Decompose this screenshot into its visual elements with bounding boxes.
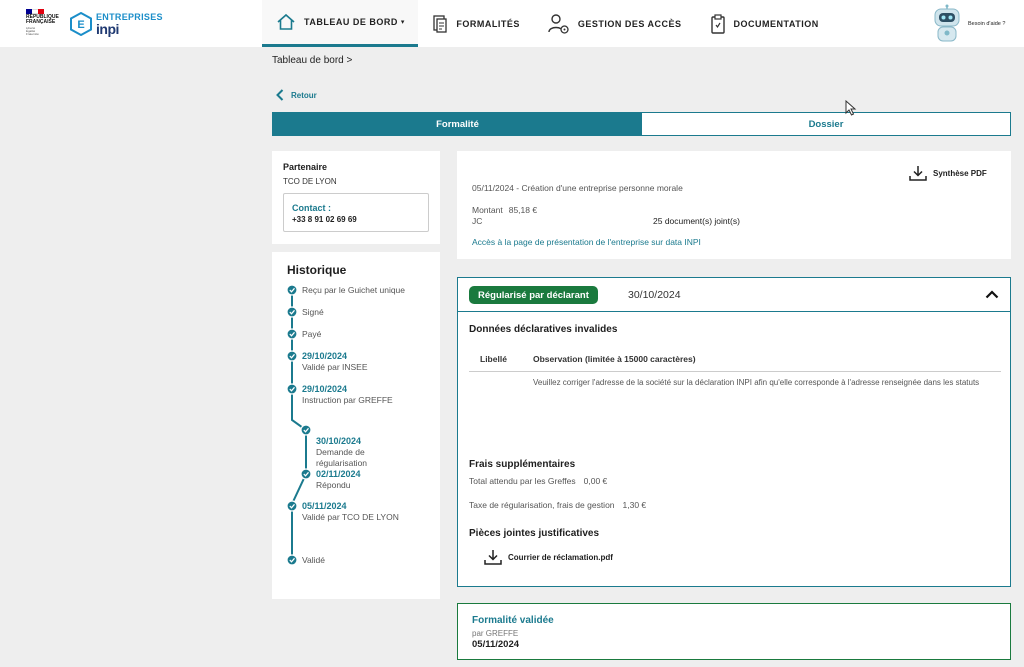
history-check-icon: [286, 306, 298, 318]
rf-logo-text: RÉPUBLIQUE FRANÇAISE: [26, 14, 59, 25]
amount-row: Montant 85,18 €: [472, 205, 538, 215]
back-label: Retour: [291, 90, 317, 100]
history-item: Signé: [302, 307, 324, 317]
history-card: Historique Reçu par le Guichet unique Si…: [272, 252, 440, 599]
rf-logo-motto: Liberté Égalité Fraternité: [26, 26, 39, 36]
breadcrumb[interactable]: Tableau de bord >: [272, 55, 352, 66]
history-item: 29/10/2024 Validé par INSEE: [302, 351, 368, 372]
contact-box: Contact : +33 8 91 02 69 69: [283, 193, 429, 232]
observation-text: Veuillez corriger l'adresse de la sociét…: [533, 378, 980, 387]
attachments-title: Pièces jointes justificatives: [469, 528, 600, 539]
partner-card: Partenaire TCO DE LYON Contact : +33 8 9…: [272, 151, 440, 244]
nav-documentation[interactable]: DOCUMENTATION: [696, 0, 833, 47]
nav-label: DOCUMENTATION: [733, 18, 819, 29]
history-check-icon: [286, 350, 298, 362]
history-check-icon: [286, 328, 298, 340]
history-item: 30/10/2024 Demande de régularisation: [316, 436, 368, 468]
nav-formalites[interactable]: FORMALITÉS: [418, 0, 534, 47]
partner-value: TCO DE LYON: [283, 177, 337, 186]
back-link[interactable]: Retour: [276, 89, 317, 101]
column-libelle: Libellé: [480, 354, 507, 364]
regularisation-date: 30/10/2024: [628, 289, 681, 301]
nav-label: GESTION DES ACCÈS: [577, 18, 682, 29]
status-badge: Régularisé par déclarant: [469, 286, 598, 304]
history-item: 05/11/2024 Validé par TCO DE LYON: [302, 501, 399, 522]
validated-by: par GREFFE: [472, 629, 519, 638]
top-header: RÉPUBLIQUE FRANÇAISE Liberté Égalité Fra…: [0, 0, 1024, 47]
summary-card: Synthèse PDF 05/11/2024 - Création d'une…: [457, 151, 1011, 259]
brand-bottom-text: inpi: [96, 21, 119, 37]
tab-dossier[interactable]: Dossier: [642, 113, 1010, 135]
svg-text:E: E: [77, 19, 84, 31]
regularisation-card: Régularisé par déclarant 30/10/2024 Donn…: [457, 277, 1011, 587]
validated-date: 05/11/2024: [472, 639, 520, 650]
nav-gestion-des-acces[interactable]: GESTION DES ACCÈS: [534, 0, 696, 47]
attachment-file-name: Courrier de réclamation.pdf: [508, 552, 613, 562]
history-check-icon: [300, 424, 312, 436]
history-item: Reçu par le Guichet unique: [302, 285, 406, 295]
home-icon: [277, 13, 295, 30]
invalid-data-title: Données déclaratives invalides: [469, 324, 618, 335]
download-icon: [484, 550, 502, 565]
formality-validated-card: Formalité validée par GREFFE 05/11/2024: [457, 603, 1011, 660]
mouse-cursor-icon: [845, 100, 857, 116]
attachment-file-link[interactable]: Courrier de réclamation.pdf: [484, 549, 613, 565]
inpi-entreprises-logo[interactable]: E ENTREPRISES inpi: [70, 12, 163, 38]
history-date: 29/10/2024: [302, 384, 348, 394]
user-settings-icon: [548, 13, 569, 34]
jc-label: JC: [472, 216, 483, 226]
history-item: 29/10/2024 Instruction par GREFFE: [302, 384, 393, 405]
chevron-left-icon: [276, 89, 284, 101]
history-item: 02/11/2024 Répondu: [316, 469, 361, 490]
history-date: 30/10/2024: [316, 436, 362, 446]
chevron-down-icon: ▾: [400, 19, 405, 26]
nav-tableau-de-bord[interactable]: TABLEAU DE BORD ▾: [262, 0, 419, 47]
chevron-up-icon[interactable]: [985, 290, 999, 299]
history-date: 05/11/2024: [302, 501, 347, 511]
partner-title: Partenaire: [283, 162, 328, 172]
validated-title: Formalité validée: [472, 615, 554, 626]
table-divider: [469, 371, 1001, 372]
document-stack-icon: [433, 14, 448, 33]
download-icon: [909, 166, 927, 181]
tab-formalite[interactable]: Formalité: [273, 113, 642, 135]
nav-label: FORMALITÉS: [456, 18, 520, 29]
history-check-icon: [286, 383, 298, 395]
contact-title: Contact :: [292, 203, 331, 213]
entreprises-badge-icon: E: [70, 12, 92, 36]
contact-phone[interactable]: +33 8 91 02 69 69: [292, 215, 357, 224]
nav-label: TABLEAU DE BORD: [304, 17, 398, 27]
detail-tabs: Formalité Dossier: [272, 112, 1011, 136]
history-date: 29/10/2024: [302, 351, 348, 361]
clipboard-icon: [710, 13, 725, 34]
history-check-icon: [286, 554, 298, 566]
history-check-icon: [286, 284, 298, 296]
history-item: Validé: [302, 555, 325, 565]
column-observation: Observation (limitée à 15000 caractères): [533, 354, 696, 364]
republique-francaise-logo[interactable]: RÉPUBLIQUE FRANÇAISE Liberté Égalité Fra…: [26, 9, 64, 39]
history-date: 02/11/2024: [316, 469, 361, 479]
pdf-label: Synthèse PDF: [933, 168, 987, 178]
regularisation-header[interactable]: Régularisé par déclarant 30/10/2024: [458, 278, 1010, 312]
documents-count: 25 document(s) joint(s): [653, 216, 740, 226]
synthese-pdf-button[interactable]: Synthèse PDF: [909, 165, 987, 181]
help-button[interactable]: Besoin d'aide ?: [930, 4, 1005, 44]
data-inpi-link[interactable]: Accès à la page de présentation de l'ent…: [472, 237, 701, 247]
fees-title: Frais supplémentaires: [469, 459, 576, 470]
fee-row: Taxe de régularisation, frais de gestion…: [469, 500, 647, 510]
history-check-icon: [286, 500, 298, 512]
help-label: Besoin d'aide ?: [968, 21, 1006, 27]
history-item: Payé: [302, 329, 322, 339]
main-nav: TABLEAU DE BORD ▾ FORMALITÉS GESTION DES…: [262, 0, 833, 47]
fee-row: Total attendu par les Greffes 0,00 €: [469, 476, 608, 486]
robot-assistant-icon: [934, 4, 960, 42]
history-check-icon: [300, 468, 312, 480]
formality-description: 05/11/2024 - Création d'une entreprise p…: [472, 183, 683, 193]
